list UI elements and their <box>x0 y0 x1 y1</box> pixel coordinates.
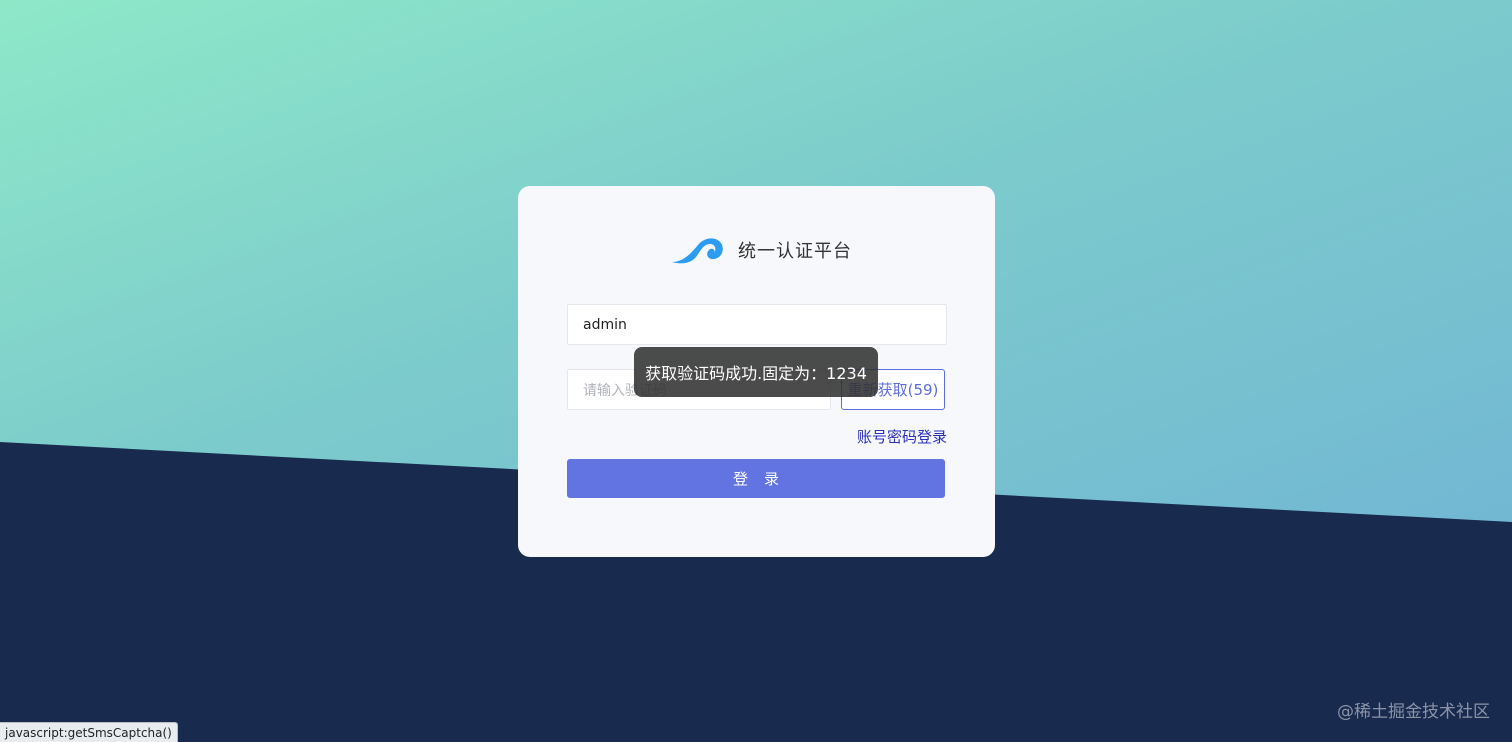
brand-header: 统一认证平台 <box>670 232 852 268</box>
success-toast: 获取验证码成功.固定为：1234 <box>634 347 878 397</box>
username-input[interactable]: admin <box>567 304 947 345</box>
browser-status-bar: javascript:getSmsCaptcha() <box>0 722 178 742</box>
login-button[interactable]: 登录 <box>567 459 945 498</box>
watermark: @稀土掘金技术社区 <box>1337 702 1490 722</box>
username-value: admin <box>583 316 627 333</box>
platform-title: 统一认证平台 <box>738 241 852 262</box>
password-login-link[interactable]: 账号密码登录 <box>857 426 947 447</box>
wave-logo-icon <box>672 238 723 264</box>
login-page: 统一认证平台 admin 请输入验证码 重新获取(59) 账号密码登录 登录 获… <box>0 0 1512 742</box>
